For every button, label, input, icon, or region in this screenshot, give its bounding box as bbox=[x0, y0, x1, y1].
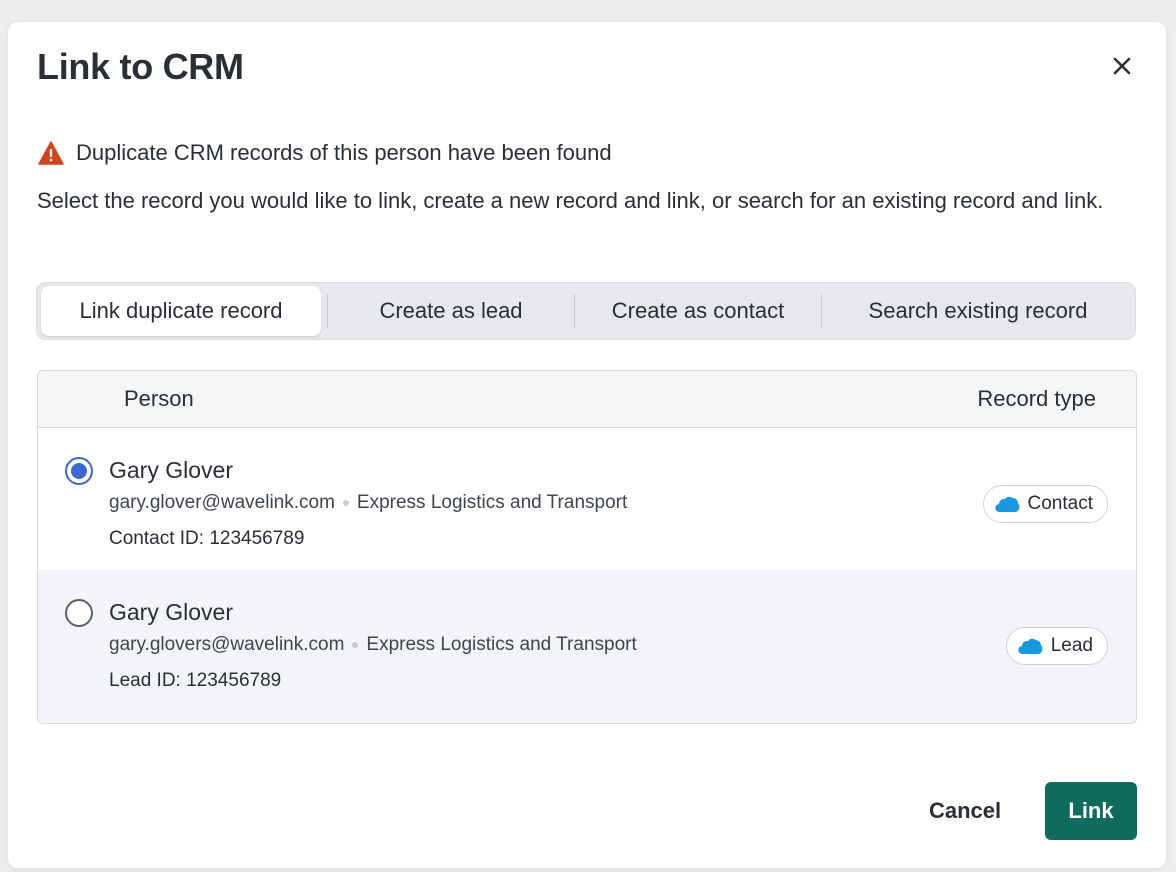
person-company: Express Logistics and Transport bbox=[356, 492, 628, 513]
table-row[interactable]: Gary Glover gary.glovers@wavelink.com Ex… bbox=[38, 570, 1136, 723]
record-id: Contact ID: 123456789 bbox=[109, 528, 305, 549]
column-header-person: Person bbox=[124, 386, 194, 411]
person-name: Gary Glover bbox=[109, 599, 233, 625]
record-id: Lead ID: 123456789 bbox=[109, 670, 282, 691]
record-radio-unselected[interactable] bbox=[65, 599, 93, 627]
tab-create-as-contact[interactable]: Create as contact bbox=[575, 286, 821, 336]
tab-create-as-lead[interactable]: Create as lead bbox=[328, 286, 574, 336]
separator-dot bbox=[352, 642, 359, 648]
person-name: Gary Glover bbox=[109, 457, 233, 483]
separator-dot bbox=[342, 500, 349, 506]
person-meta: gary.glover@wavelink.com Express Logisti… bbox=[109, 492, 627, 514]
tab-link-duplicate-record[interactable]: Link duplicate record bbox=[41, 286, 321, 336]
duplicate-records-table: Person Record type Gary Glover gary.glov… bbox=[37, 370, 1137, 724]
record-type-badge: Contact bbox=[982, 485, 1108, 523]
table-row[interactable]: Gary Glover gary.glover@wavelink.com Exp… bbox=[38, 428, 1136, 570]
tab-search-existing-record[interactable]: Search existing record bbox=[822, 286, 1134, 336]
column-header-record-type: Record type bbox=[977, 386, 1096, 411]
record-type-label: Lead bbox=[1050, 635, 1093, 656]
table-header: Person Record type bbox=[38, 371, 1136, 428]
warning-text: Duplicate CRM records of this person hav… bbox=[76, 140, 612, 165]
record-type-label: Contact bbox=[1027, 493, 1093, 514]
dialog-description: Select the record you would like to link… bbox=[37, 188, 1104, 213]
record-radio-selected[interactable] bbox=[65, 457, 93, 485]
dialog-title: Link to CRM bbox=[37, 46, 244, 87]
record-type-badge: Lead bbox=[1005, 627, 1108, 665]
person-email: gary.glover@wavelink.com bbox=[109, 492, 335, 513]
person-meta: gary.glovers@wavelink.com Express Logist… bbox=[109, 634, 637, 656]
link-to-crm-dialog: Link to CRM Duplicate CRM records of thi… bbox=[8, 22, 1166, 868]
close-icon[interactable] bbox=[1112, 56, 1132, 76]
duplicate-warning: Duplicate CRM records of this person hav… bbox=[38, 140, 612, 166]
link-button[interactable]: Link bbox=[1045, 782, 1137, 840]
salesforce-cloud-icon bbox=[994, 496, 1019, 512]
salesforce-cloud-icon bbox=[1018, 638, 1043, 654]
cancel-button[interactable]: Cancel bbox=[929, 798, 1001, 824]
person-company: Express Logistics and Transport bbox=[366, 634, 637, 655]
person-email: gary.glovers@wavelink.com bbox=[109, 634, 345, 655]
record-action-tabs: Link duplicate record Create as lead Cre… bbox=[36, 282, 1136, 340]
warning-triangle-icon bbox=[38, 141, 64, 165]
